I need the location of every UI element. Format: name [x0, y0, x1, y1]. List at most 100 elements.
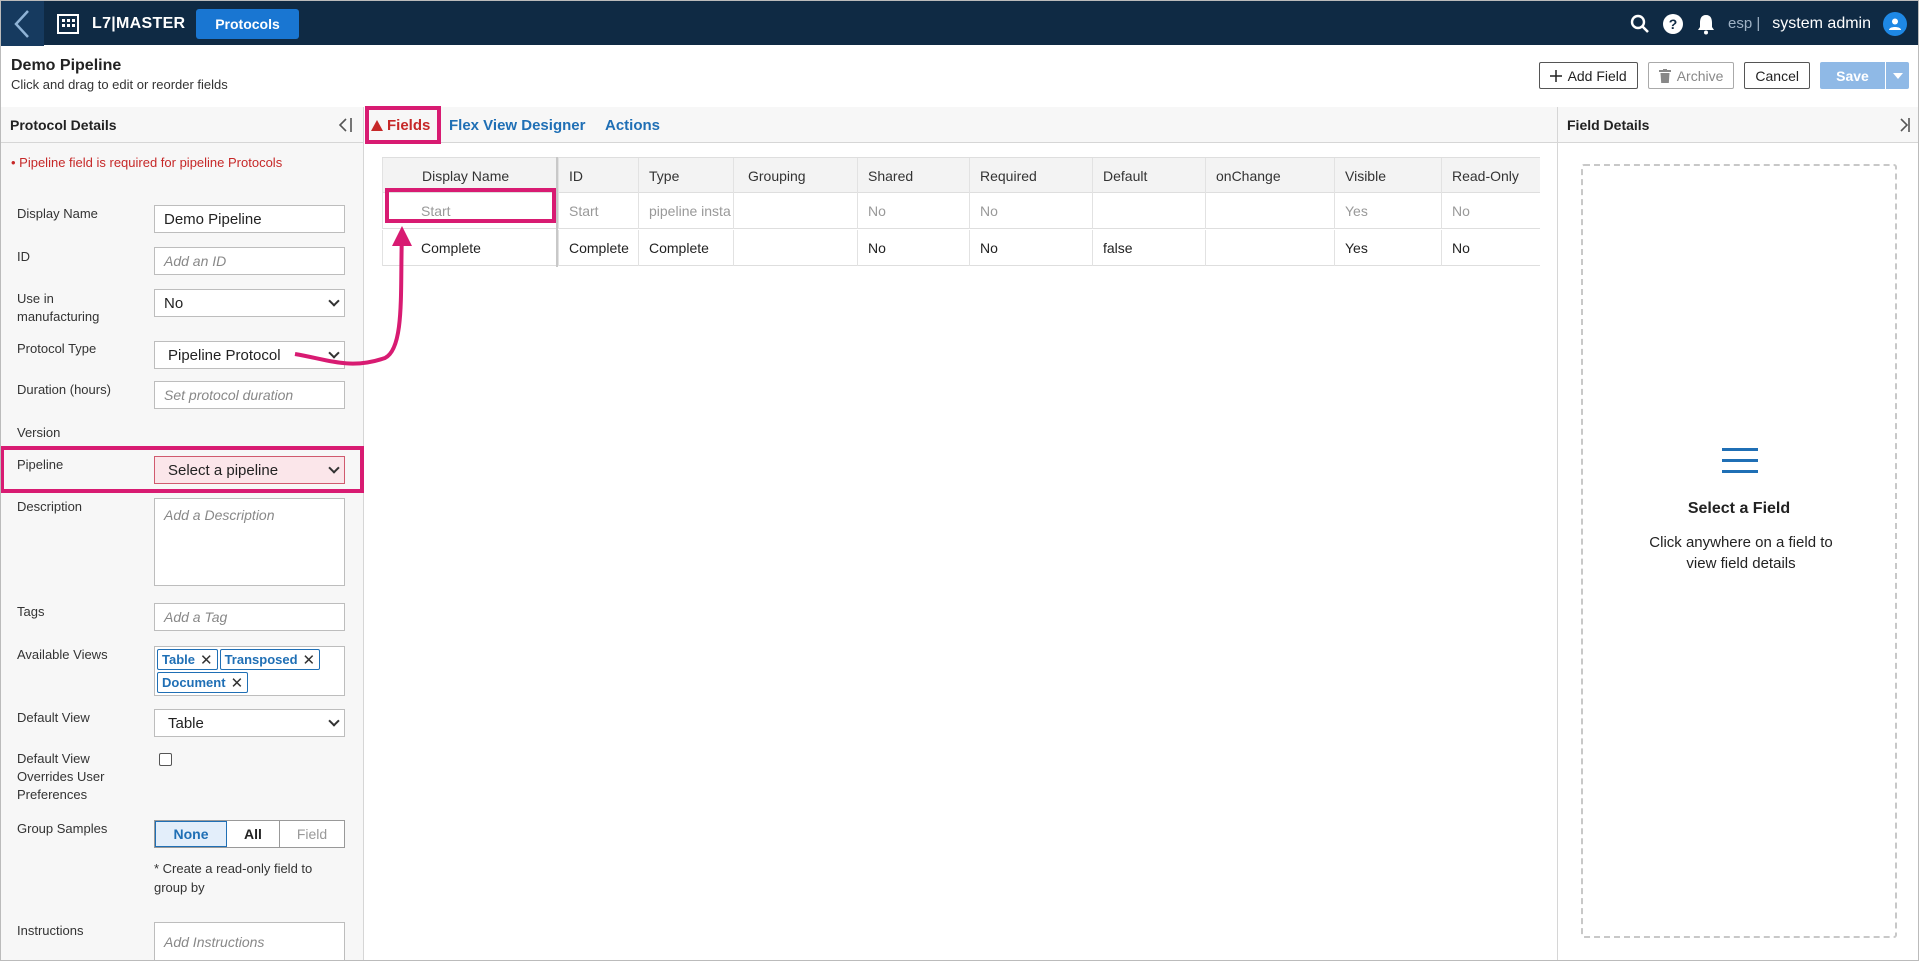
tab-flex-view-designer[interactable]: Flex View Designer	[449, 107, 585, 143]
instructions-label: Instructions	[17, 923, 84, 938]
col-display-name[interactable]: Display Name	[382, 158, 556, 194]
row-complete-visible[interactable]: Yes	[1334, 230, 1441, 266]
save-split-button: Save	[1820, 62, 1909, 89]
duration-label: Duration (hours)	[17, 382, 111, 397]
available-views-input[interactable]: Table ✕ Transposed ✕ Document ✕	[154, 646, 345, 696]
group-samples-toggle: None All Field	[154, 820, 345, 848]
row-start-id[interactable]: Start	[558, 193, 638, 229]
col-read-only[interactable]: Read-Only	[1441, 158, 1540, 194]
tab-fields-label: Fields	[387, 116, 431, 134]
default-view-select[interactable]: Table	[154, 709, 345, 737]
cancel-button[interactable]: Cancel	[1744, 62, 1810, 89]
row-start-grouping[interactable]	[733, 193, 857, 229]
default-view-value: Table	[168, 714, 204, 732]
col-default[interactable]: Default	[1092, 158, 1205, 194]
group-samples-field[interactable]: Field	[280, 821, 344, 847]
search-icon[interactable]	[1630, 14, 1650, 34]
display-name-label: Display Name	[17, 206, 98, 221]
view-chip-document: Document ✕	[157, 672, 249, 693]
language-switcher[interactable]: esp |	[1728, 15, 1760, 32]
row-complete-default[interactable]: false	[1092, 230, 1205, 266]
pipeline-select[interactable]: Select a pipeline	[154, 456, 345, 484]
instructions-input[interactable]: Add Instructions	[154, 922, 345, 961]
default-view-override-checkbox[interactable]	[159, 753, 172, 766]
description-input[interactable]: Add a Description	[154, 498, 345, 586]
collapse-right-icon[interactable]	[1894, 117, 1910, 132]
validation-error: • Pipeline field is required for pipelin…	[11, 155, 283, 170]
use-in-manufacturing-label: Use in manufacturing	[17, 291, 100, 324]
remove-chip-icon[interactable]: ✕	[200, 651, 213, 669]
row-start-shared[interactable]: No	[857, 193, 969, 229]
page-title: Demo Pipeline	[11, 57, 122, 74]
help-icon[interactable]: ?	[1662, 13, 1684, 35]
col-visible[interactable]: Visible	[1334, 158, 1441, 194]
default-view-override-label: Default View Overrides User Preferences	[17, 751, 105, 802]
user-avatar[interactable]	[1883, 11, 1907, 36]
protocols-app-button[interactable]: Protocols	[196, 9, 299, 39]
row-complete-grouping[interactable]	[733, 230, 857, 266]
row-start-read-only[interactable]: No	[1441, 193, 1540, 229]
row-start-type[interactable]: pipeline insta	[638, 193, 733, 229]
pipeline-value: Select a pipeline	[168, 461, 279, 479]
top-right-toolbar: ? esp | system admin	[1630, 1, 1907, 46]
add-field-button[interactable]: Add Field	[1538, 62, 1638, 89]
row-start-required[interactable]: No	[969, 193, 1092, 229]
protocol-details-header: Protocol Details	[0, 107, 363, 143]
header-actions: Add Field Archive Cancel Save	[1538, 62, 1909, 89]
row-complete-type[interactable]: Complete	[638, 230, 733, 266]
row-complete-read-only[interactable]: No	[1441, 230, 1540, 266]
warning-icon	[371, 119, 383, 131]
bell-icon[interactable]	[1696, 13, 1716, 35]
annotation-arrow-icon	[294, 226, 412, 366]
col-shared[interactable]: Shared	[857, 158, 969, 194]
field-details-empty-state: Select a Field Click anywhere on a field…	[1581, 164, 1897, 938]
app-brand[interactable]: L7|MASTER	[56, 1, 185, 46]
remove-chip-icon[interactable]: ✕	[303, 651, 316, 669]
archive-label: Archive	[1676, 67, 1724, 84]
tab-actions[interactable]: Actions	[605, 107, 660, 143]
row-complete-shared[interactable]: No	[857, 230, 969, 266]
remove-chip-icon[interactable]: ✕	[231, 674, 244, 692]
row-start-onchange[interactable]	[1205, 193, 1334, 229]
description-label: Description	[17, 499, 83, 514]
user-icon	[1889, 18, 1901, 30]
protocol-details-title: Protocol Details	[10, 116, 117, 133]
group-samples-none[interactable]: None	[155, 821, 227, 847]
col-type[interactable]: Type	[638, 158, 733, 194]
col-grouping[interactable]: Grouping	[733, 158, 857, 194]
trash-icon	[1658, 68, 1671, 83]
row-complete-onchange[interactable]	[1205, 230, 1334, 266]
brand-name: L7|MASTER	[92, 14, 186, 32]
row-complete-id[interactable]: Complete	[558, 230, 638, 266]
view-chip-transposed: Transposed ✕	[219, 649, 321, 670]
view-chip-table: Table ✕	[157, 649, 218, 670]
archive-button[interactable]: Archive	[1647, 62, 1735, 89]
tags-input[interactable]: Add a Tag	[154, 603, 345, 631]
user-name[interactable]: system admin	[1772, 15, 1871, 33]
row-complete-required[interactable]: No	[969, 230, 1092, 266]
collapse-left-icon[interactable]	[337, 117, 353, 132]
duration-input[interactable]: Set protocol duration	[154, 381, 345, 409]
id-label: ID	[17, 249, 30, 264]
designer-tabs: Fields Flex View Designer Actions	[365, 107, 1557, 143]
save-button[interactable]: Save	[1820, 62, 1885, 89]
caret-down-icon	[1892, 72, 1903, 79]
field-details-title: Field Details	[1567, 116, 1650, 133]
row-start-default[interactable]	[1092, 193, 1205, 229]
back-button[interactable]	[0, 1, 44, 46]
pinned-column-divider[interactable]	[556, 157, 558, 267]
col-onchange[interactable]: onChange	[1205, 158, 1334, 194]
add-field-label: Add Field	[1567, 67, 1627, 84]
protocol-type-label: Protocol Type	[17, 341, 97, 356]
col-required[interactable]: Required	[969, 158, 1092, 194]
empty-state-body: Click anywhere on a field to view field …	[1649, 534, 1833, 572]
tab-fields[interactable]: Fields	[371, 107, 430, 143]
default-view-label: Default View	[17, 710, 90, 725]
group-samples-all[interactable]: All	[227, 821, 280, 847]
save-options-toggle[interactable]	[1885, 62, 1909, 89]
col-id[interactable]: ID	[558, 158, 638, 194]
row-start-visible[interactable]: Yes	[1334, 193, 1441, 229]
field-details-panel: Field Details Select a Field Click anywh…	[1557, 107, 1919, 961]
version-label: Version	[17, 425, 61, 440]
tags-label: Tags	[17, 604, 45, 619]
